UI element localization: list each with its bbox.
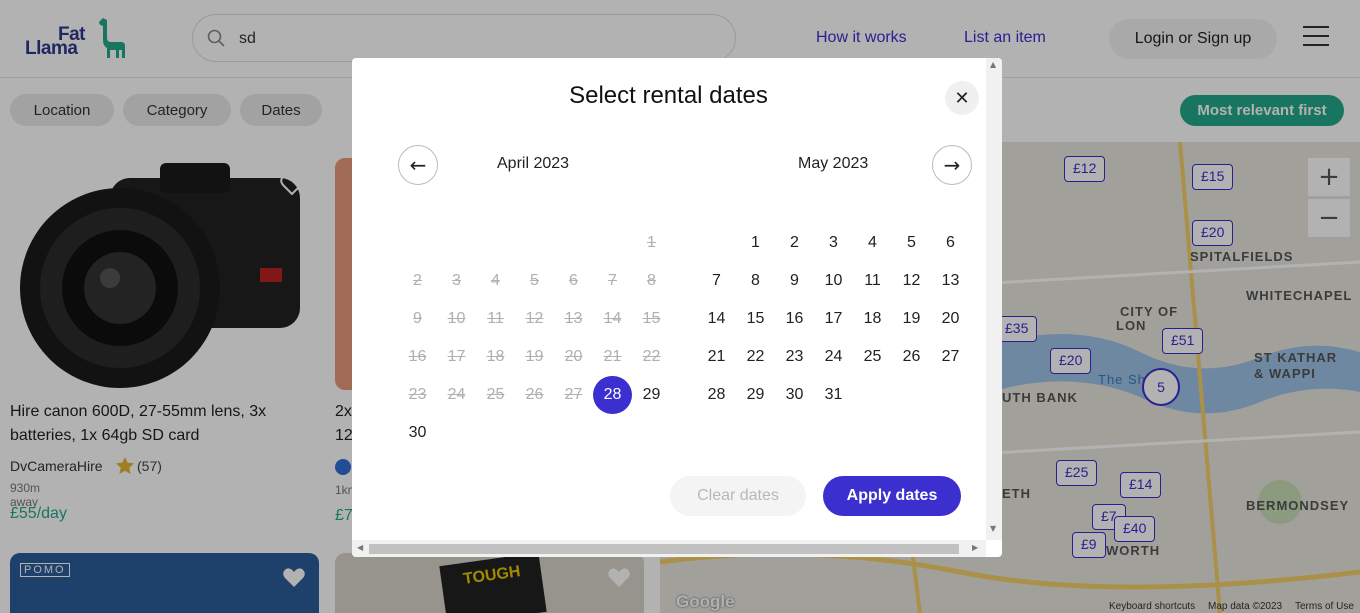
calendar-day[interactable]: 10 (814, 262, 853, 300)
calendar-day: 18 (486, 348, 505, 365)
calendar-day[interactable]: 7 (697, 262, 736, 300)
calendar-day: 3 (452, 272, 461, 289)
calendar-day: 14 (603, 310, 622, 327)
next-month-arrow-icon[interactable]: → (932, 145, 972, 185)
date-picker-modal: Select rental dates ✕ ← → April 2023 May… (352, 58, 1002, 557)
calendar-day[interactable]: 18 (853, 300, 892, 338)
calendar-day[interactable]: 11 (853, 262, 892, 300)
calendar-day: 10 (447, 310, 466, 327)
calendar-day: 26 (525, 386, 544, 403)
calendar-day[interactable]: 2 (775, 224, 814, 262)
calendar-day: 22 (642, 348, 661, 365)
calendar-day: 9 (413, 310, 422, 327)
calendar-day: 25 (486, 386, 505, 403)
horizontal-scrollbar[interactable]: ◀ ▶ (352, 540, 986, 557)
calendar-day: 23 (408, 386, 427, 403)
calendar-day[interactable]: 8 (736, 262, 775, 300)
calendar-day: 24 (447, 386, 466, 403)
scrollbar-thumb[interactable] (369, 544, 959, 554)
calendar-day: 6 (569, 272, 578, 289)
calendar-day[interactable]: 3 (814, 224, 853, 262)
calendar-day[interactable]: 29 (632, 376, 671, 414)
apply-dates-button[interactable]: Apply dates (823, 476, 961, 516)
vertical-scrollbar[interactable]: ▲ ▼ (986, 58, 1002, 540)
calendar-day[interactable]: 9 (775, 262, 814, 300)
calendar-day-selected[interactable]: 28 (593, 376, 632, 414)
calendar-day[interactable]: 30 (775, 376, 814, 414)
calendar-day[interactable]: 24 (814, 338, 853, 376)
modal-title: Select rental dates (569, 82, 768, 109)
calendar-day[interactable]: 27 (931, 338, 970, 376)
calendar-day[interactable]: 25 (853, 338, 892, 376)
calendar-day[interactable]: 15 (736, 300, 775, 338)
calendar-day: 5 (530, 272, 539, 289)
calendar-day[interactable]: 1 (736, 224, 775, 262)
calendar-day: 2 (413, 272, 422, 289)
calendar-day[interactable]: 21 (697, 338, 736, 376)
calendar-day: 16 (408, 348, 427, 365)
calendar-day[interactable]: 14 (697, 300, 736, 338)
calendar-day: 15 (642, 310, 661, 327)
calendar-day[interactable]: 30 (398, 414, 437, 452)
previous-month-arrow-icon[interactable]: ← (398, 145, 438, 185)
calendar-day: 20 (564, 348, 583, 365)
calendar-day: 19 (525, 348, 544, 365)
calendar-day: 21 (603, 348, 622, 365)
close-icon[interactable]: ✕ (945, 81, 979, 115)
month-title-may: May 2023 (798, 155, 869, 172)
calendar-day[interactable]: 13 (931, 262, 970, 300)
calendar-day: 11 (487, 310, 504, 327)
calendar-day: 4 (491, 272, 500, 289)
calendar-day[interactable]: 6 (931, 224, 970, 262)
calendar-day: 27 (564, 386, 583, 403)
calendar-day[interactable]: 26 (892, 338, 931, 376)
calendar-day[interactable]: 23 (775, 338, 814, 376)
calendar-day[interactable]: 17 (814, 300, 853, 338)
calendar-day[interactable]: 29 (736, 376, 775, 414)
calendar-day: 17 (447, 348, 466, 365)
calendar-day[interactable]: 20 (931, 300, 970, 338)
calendar-day[interactable]: 28 (697, 376, 736, 414)
calendar-day[interactable]: 5 (892, 224, 931, 262)
calendar-day[interactable]: 4 (853, 224, 892, 262)
calendar-day[interactable]: 19 (892, 300, 931, 338)
calendar-day[interactable]: 31 (814, 376, 853, 414)
calendar-day: 8 (647, 272, 656, 289)
month-title-april: April 2023 (497, 155, 570, 172)
clear-dates-button[interactable]: Clear dates (670, 476, 806, 516)
calendar-day: 12 (525, 310, 544, 327)
calendar-day[interactable]: 22 (736, 338, 775, 376)
calendar-day[interactable]: 12 (892, 262, 931, 300)
calendar-day: 1 (647, 234, 656, 251)
calendar-day[interactable]: 16 (775, 300, 814, 338)
calendar-day: 13 (564, 310, 583, 327)
calendar-day: 7 (608, 272, 617, 289)
